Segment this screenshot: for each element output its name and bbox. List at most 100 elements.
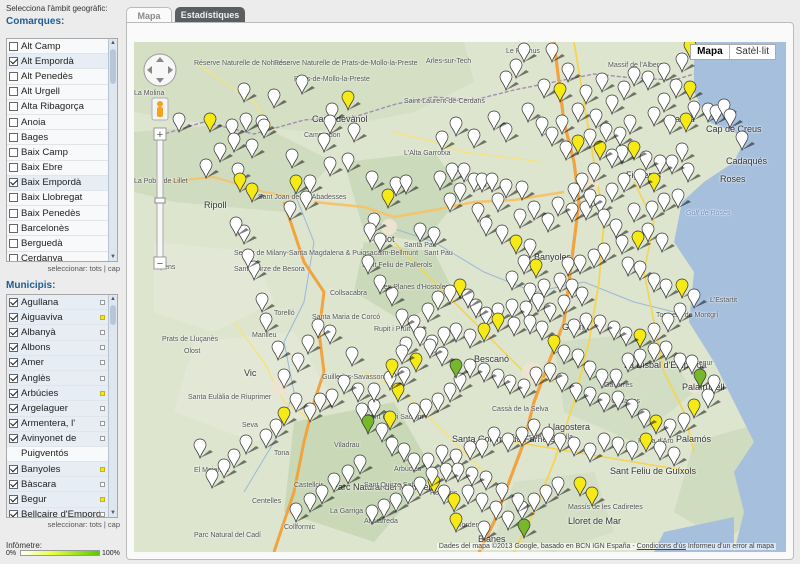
map-pin-marker[interactable]	[227, 132, 247, 154]
map-pin-marker[interactable]	[299, 190, 319, 212]
comarques-select-all[interactable]: seleccionar: tots	[48, 264, 102, 273]
map-pin-marker[interactable]	[647, 322, 667, 344]
municipi-item[interactable]: Agullana	[7, 295, 117, 311]
map-pin-marker[interactable]	[323, 156, 343, 178]
checkbox[interactable]	[9, 193, 18, 203]
comarca-item[interactable]: Anoia	[7, 114, 117, 131]
map-pin-marker[interactable]	[627, 202, 647, 224]
terms-link[interactable]: Condicions d'ús	[637, 543, 686, 550]
municipi-item[interactable]: Avinyonet de	[7, 431, 117, 447]
map-pin-marker[interactable]	[509, 58, 529, 80]
scroll-up-icon[interactable]: ▲	[109, 295, 117, 303]
checkbox[interactable]	[9, 327, 18, 337]
map-pin-marker[interactable]	[597, 242, 617, 264]
map-pin-marker[interactable]	[659, 278, 679, 300]
map-pin-marker[interactable]	[675, 142, 695, 164]
checkbox[interactable]	[9, 343, 18, 353]
map-pin-marker[interactable]	[409, 352, 429, 374]
checkbox[interactable]	[9, 163, 18, 173]
map-pin-marker[interactable]	[213, 142, 233, 164]
municipis-scroll-thumb[interactable]	[110, 305, 116, 325]
comarques-scroll-thumb[interactable]	[110, 49, 116, 84]
map-pin-marker[interactable]	[605, 94, 625, 116]
map-canvas[interactable]: Le PerthusRéserve Naturelle de NohèdesRé…	[134, 42, 786, 552]
checkbox[interactable]	[9, 56, 18, 66]
map-pin-marker[interactable]	[623, 114, 643, 136]
zoom-slider[interactable]	[154, 134, 166, 266]
map-pin-marker[interactable]	[587, 162, 607, 184]
map-pin-marker[interactable]	[291, 352, 311, 374]
comarca-item[interactable]: Baix Penedès	[7, 206, 117, 222]
municipis-scrollbar[interactable]: ▲ ▼	[108, 295, 117, 517]
map-pin-marker[interactable]	[381, 188, 401, 210]
map-pin-marker[interactable]	[517, 518, 537, 540]
comarca-item[interactable]: Berguedà	[7, 236, 117, 252]
map-pin-marker[interactable]	[353, 454, 373, 476]
comarca-item[interactable]: Cerdanya	[7, 251, 117, 261]
municipi-item[interactable]: Bellcaire d'Empordà	[7, 507, 117, 517]
map-pin-marker[interactable]	[657, 92, 677, 114]
comarca-item[interactable]: Alta Ribagorça	[7, 99, 117, 115]
tab-mapa[interactable]: Mapa	[126, 7, 172, 23]
map-pin-marker[interactable]	[295, 74, 315, 96]
municipi-item[interactable]: Argelaguer	[7, 401, 117, 417]
map-pin-marker[interactable]	[427, 226, 447, 248]
map-pin-marker[interactable]	[551, 476, 571, 498]
map-pin-marker[interactable]	[681, 162, 701, 184]
map-pin-marker[interactable]	[317, 132, 337, 154]
map-pin-marker[interactable]	[687, 288, 707, 310]
map-pin-marker[interactable]	[199, 158, 219, 180]
map-pin-marker[interactable]	[583, 442, 603, 464]
comarca-item[interactable]: Alt Penedès	[7, 69, 117, 85]
map-pin-marker[interactable]	[257, 118, 277, 140]
checkbox[interactable]	[9, 464, 18, 474]
checkbox[interactable]	[9, 358, 18, 368]
comarca-item[interactable]: Alt Empordà	[7, 54, 117, 70]
map-pin-marker[interactable]	[555, 114, 575, 136]
checkbox[interactable]	[9, 373, 18, 383]
municipi-item[interactable]: Arbúcies	[7, 386, 117, 402]
map-pin-marker[interactable]	[579, 84, 599, 106]
pegman-icon[interactable]	[151, 97, 169, 121]
checkbox[interactable]	[9, 479, 18, 489]
checkbox[interactable]	[9, 403, 18, 413]
map-pin-marker[interactable]	[467, 128, 487, 150]
map-pin-marker[interactable]	[557, 294, 577, 316]
map-pin-marker[interactable]	[491, 192, 511, 214]
map-pin-marker[interactable]	[723, 108, 743, 130]
map-pin-marker[interactable]	[289, 502, 309, 524]
municipi-item[interactable]: Begur	[7, 492, 117, 508]
map-pin-marker[interactable]	[269, 418, 289, 440]
checkbox[interactable]	[9, 419, 18, 429]
checkbox[interactable]	[9, 117, 18, 127]
scroll-down-icon[interactable]: ▼	[109, 509, 117, 517]
map-pin-marker[interactable]	[283, 200, 303, 222]
checkbox[interactable]	[9, 102, 18, 112]
pan-control[interactable]	[143, 53, 177, 87]
map-pin-marker[interactable]	[529, 258, 549, 280]
map-type-mapa-button[interactable]: Mapa	[691, 45, 729, 59]
checkbox[interactable]	[9, 312, 18, 322]
zoom-in-icon[interactable]: +	[157, 129, 163, 141]
map-pin-marker[interactable]	[247, 260, 267, 282]
map-pin-marker[interactable]	[609, 368, 629, 390]
map-pin-marker[interactable]	[553, 82, 573, 104]
map-pin-marker[interactable]	[341, 152, 361, 174]
map-pin-marker[interactable]	[237, 224, 257, 246]
map-pin-marker[interactable]	[245, 138, 265, 160]
comarca-item[interactable]: Baix Camp	[7, 145, 117, 161]
map-pin-marker[interactable]	[449, 116, 469, 138]
map-pin-marker[interactable]	[595, 72, 615, 94]
map-pin-marker[interactable]	[545, 42, 565, 64]
comarca-item[interactable]: Bages	[7, 130, 117, 146]
map-pin-marker[interactable]	[523, 238, 543, 260]
checkbox[interactable]	[9, 87, 18, 97]
comarques-list[interactable]: Alt Camp Alt Empordà Alt Penedès Alt Urgell…	[6, 38, 118, 262]
map-pin-marker[interactable]	[673, 302, 693, 324]
map-pin-marker[interactable]	[373, 232, 393, 254]
municipi-item[interactable]: Bàscara	[7, 477, 117, 493]
map-pin-marker[interactable]	[687, 398, 707, 420]
map-pin-marker[interactable]	[667, 446, 687, 468]
map-pin-marker[interactable]	[345, 346, 365, 368]
municipi-item[interactable]: Albanyà	[7, 325, 117, 341]
